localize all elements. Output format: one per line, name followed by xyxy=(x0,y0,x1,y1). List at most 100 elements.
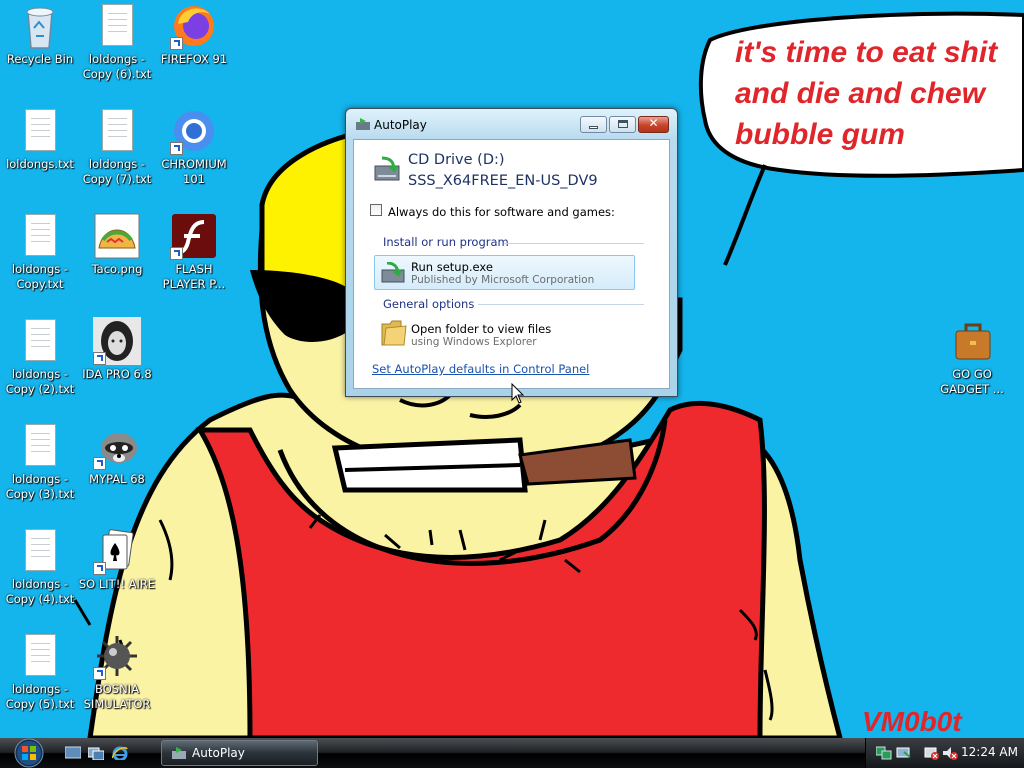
mouse-cursor-icon xyxy=(511,383,525,404)
folder-icon[interactable] xyxy=(381,318,407,346)
shortcut-arrow-icon xyxy=(93,667,106,680)
desktop-icon-label: loldongs - Copy (6).txt xyxy=(82,52,152,81)
desktop-icon-loldongs-copy-4[interactable]: loldongs - Copy (4).txt xyxy=(0,527,80,607)
internet-explorer-icon[interactable] xyxy=(112,746,128,760)
shortcut-arrow-icon xyxy=(170,247,183,260)
drive-name: CD Drive (D:) xyxy=(408,152,505,168)
taskbar: AutoPlay 12:24 AM xyxy=(0,738,1024,768)
shortcut-arrow-icon xyxy=(170,142,183,155)
desktop-icon-label: FIREFOX 91 xyxy=(160,52,228,66)
desktop-icon-loldongs-copy-7[interactable]: loldongs - Copy (7).txt xyxy=(77,107,157,187)
action-center-flag-icon[interactable] xyxy=(924,745,940,761)
firefox-icon xyxy=(170,2,218,50)
section-divider xyxy=(478,304,644,305)
chromium-icon xyxy=(170,107,218,155)
setup-program-icon xyxy=(381,262,405,283)
desktop-icon-loldongs-copy[interactable]: loldongs - Copy.txt xyxy=(0,212,80,292)
desktop-icon-label: IDA PRO 6.8 xyxy=(82,367,152,381)
desktop-icon-flash-player[interactable]: FLASH PLAYER P... xyxy=(154,212,234,292)
dialog-title: AutoPlay xyxy=(374,118,427,132)
always-do-this-checkbox[interactable] xyxy=(370,204,382,216)
clock[interactable]: 12:24 AM xyxy=(961,745,1018,759)
start-button[interactable] xyxy=(8,738,50,768)
autoplay-defaults-link[interactable]: Set AutoPlay defaults in Control Panel xyxy=(372,362,589,376)
desktop-icon-label: loldongs - Copy (7).txt xyxy=(82,157,152,186)
wallpaper-signature: VM0b0t xyxy=(862,706,963,737)
minesweeper-mine-icon xyxy=(93,632,141,680)
flash-player-icon xyxy=(170,212,218,260)
always-do-this-label[interactable]: Always do this for software and games: xyxy=(388,205,615,219)
desktop-icon-loldongs-copy-2[interactable]: loldongs - Copy (2).txt xyxy=(0,317,80,397)
autoplay-app-icon xyxy=(356,118,370,130)
desktop-icon-label: FLASH PLAYER P... xyxy=(162,262,226,291)
desktop: it's time to eat shit and die and chew b… xyxy=(0,0,1024,738)
text-file-icon xyxy=(16,317,64,365)
desktop-icon-loldongs-copy-5[interactable]: loldongs - Copy (5).txt xyxy=(0,632,80,712)
drive-volume-label: SSS_X64FREE_EN-US_DV9 xyxy=(408,173,598,189)
desktop-icon-label: loldongs - Copy (4).txt xyxy=(5,577,75,606)
dialog-content: CD Drive (D:) SSS_X64FREE_EN-US_DV9 Alwa… xyxy=(353,139,670,389)
network-icon[interactable] xyxy=(876,745,892,761)
speech-line-3: bubble gum xyxy=(735,118,905,151)
autoplay-dialog: AutoPlay ✕ CD Drive (D:) SSS_X64FREE_EN-… xyxy=(345,108,678,397)
text-file-icon xyxy=(93,107,141,155)
taskbar-button-label: AutoPlay xyxy=(192,746,245,760)
text-file-icon xyxy=(16,527,64,575)
ida-pro-icon xyxy=(93,317,141,365)
desktop-icon-taco[interactable]: Taco.png xyxy=(77,212,157,277)
desktop-icon-label: loldongs - Copy.txt xyxy=(11,262,69,291)
system-tray: 12:24 AM xyxy=(865,738,1024,768)
section-divider xyxy=(504,243,644,244)
desktop-icon-label: BOSNIA SIMULATOR xyxy=(83,682,151,711)
desktop-icon-label: loldongs - Copy (2).txt xyxy=(5,367,75,396)
cd-drive-icon xyxy=(374,156,400,181)
text-file-icon xyxy=(16,107,64,155)
run-setup-option[interactable]: Run setup.exe Published by Microsoft Cor… xyxy=(374,255,635,290)
desktop-icon-bosnia-simulator[interactable]: BOSNIA SIMULATOR xyxy=(77,632,157,712)
desktop-icon-solitaire[interactable]: SO LIT!! AIRE xyxy=(77,527,157,592)
taskbar-button-autoplay[interactable]: AutoPlay xyxy=(161,740,318,766)
desktop-icon-recycle-bin[interactable]: Recycle Bin xyxy=(0,2,80,67)
shortcut-arrow-icon xyxy=(170,37,183,50)
maximize-button[interactable] xyxy=(609,116,636,133)
desktop-icon-label: GO GO GADGET ... xyxy=(940,367,1004,396)
open-folder-subtitle: using Windows Explorer xyxy=(411,336,537,348)
desktop-icon-loldongs-copy-6[interactable]: loldongs - Copy (6).txt xyxy=(77,2,157,82)
desktop-icon-loldongs[interactable]: loldongs.txt xyxy=(0,107,80,172)
desktop-icon-label: Recycle Bin xyxy=(6,52,74,66)
close-button[interactable]: ✕ xyxy=(638,116,669,133)
shortcut-arrow-icon xyxy=(93,457,106,470)
text-file-icon xyxy=(16,422,64,470)
volume-muted-icon[interactable] xyxy=(942,745,958,761)
switch-windows-icon[interactable] xyxy=(88,746,104,760)
install-section-header: Install or run program xyxy=(383,235,509,249)
close-icon: ✕ xyxy=(648,116,659,130)
shortcut-arrow-icon xyxy=(93,352,106,365)
speech-line-1: it's time to eat shit xyxy=(735,36,999,69)
taco-image-icon xyxy=(93,212,141,260)
run-setup-publisher: Published by Microsoft Corporation xyxy=(411,274,595,286)
desktop-icon-mypal[interactable]: MYPAL 68 xyxy=(77,422,157,487)
minimize-button[interactable] xyxy=(580,116,607,133)
shortcut-arrow-icon xyxy=(93,562,106,575)
windows-orb-icon xyxy=(14,738,44,768)
show-desktop-icon[interactable] xyxy=(65,746,81,760)
autoplay-task-icon xyxy=(172,747,186,759)
briefcase-icon xyxy=(948,317,996,365)
desktop-icon-label: CHROMIUM 101 xyxy=(161,157,227,186)
desktop-icon-label: Taco.png xyxy=(91,262,143,276)
desktop-icon-label: loldongs - Copy (3).txt xyxy=(5,472,75,501)
desktop-icon-loldongs-copy-3[interactable]: loldongs - Copy (3).txt xyxy=(0,422,80,502)
text-file-icon xyxy=(93,2,141,50)
desktop-icon-label: loldongs.txt xyxy=(6,157,74,171)
desktop-icon-go-go-gadget[interactable]: GO GO GADGET ... xyxy=(932,317,1012,397)
safely-remove-hardware-icon[interactable] xyxy=(896,745,912,761)
desktop-icon-chromium[interactable]: CHROMIUM 101 xyxy=(154,107,234,187)
open-folder-option[interactable]: Open folder to view files xyxy=(411,322,551,336)
speech-line-2: and die and chew xyxy=(735,77,987,110)
desktop-icon-ida-pro[interactable]: IDA PRO 6.8 xyxy=(77,317,157,382)
desktop-icon-label: loldongs - Copy (5).txt xyxy=(5,682,75,711)
desktop-icon-firefox[interactable]: FIREFOX 91 xyxy=(154,2,234,67)
desktop-icon-label: SO LIT!! AIRE xyxy=(78,577,156,591)
desktop-icon-label: MYPAL 68 xyxy=(89,472,145,486)
